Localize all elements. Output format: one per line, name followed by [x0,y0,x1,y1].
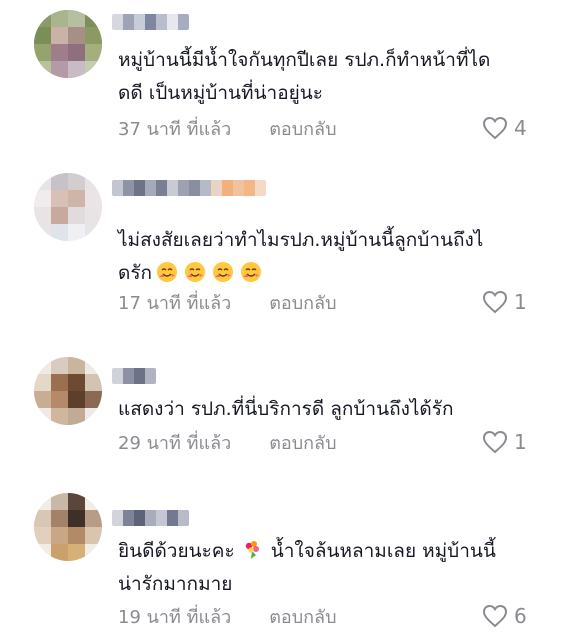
comment-text-line: น้ำใจล้นหลามเลย หมู่บ้านนี้ [264,540,496,562]
like-button[interactable]: 4 [482,115,527,141]
hugging-face-emoji [213,262,234,282]
like-count: 6 [514,604,527,628]
reply-button[interactable]: ตอบกลับ [269,602,336,631]
comment-text-line: น่ารักมากมาย [118,573,233,595]
username-pixelated[interactable] [112,368,156,384]
comment-time: 19 นาที ที่แล้ว [118,606,232,628]
comment-text-line: ยินดีด้วยนะคะ [118,540,235,562]
avatar[interactable] [34,493,102,561]
reply-button[interactable]: ตอบกลับ [269,428,336,457]
reply-button[interactable]: ตอบกลับ [269,114,336,143]
bouquet-emoji [245,541,259,559]
heart-outline-icon [482,430,508,454]
comment-text: แสดงว่า รปภ.ที่นี่บริการดี ลูกบ้านถึงได้… [118,398,454,420]
comment-meta: 29 นาที ที่แล้ว ตอบกลับ [118,430,337,454]
comment-text: ไม่สงสัยเลยว่าทำไมรปภ.หมู่บ้านนี้ลูกบ้าน… [118,224,538,290]
username-pixelated[interactable] [112,510,189,526]
like-button[interactable]: 6 [482,603,527,629]
heart-outline-icon [482,604,508,628]
avatar[interactable] [34,10,102,78]
hugging-face-emoji [185,262,206,282]
avatar[interactable] [34,173,102,241]
username-pixelated[interactable] [112,14,189,30]
avatar[interactable] [34,357,102,425]
like-button[interactable]: 1 [482,289,527,315]
heart-outline-icon [482,290,508,314]
like-button[interactable]: 1 [482,429,527,455]
comment-time: 37 นาที ที่แล้ว [118,118,232,140]
like-count: 1 [514,430,527,454]
username-pixelated[interactable] [112,180,266,196]
comment-time: 29 นาที ที่แล้ว [118,432,232,454]
comment-text-line: ดรัก [118,262,153,284]
comment-text-line: ไม่สงสัยเลยว่าทำไมรปภ.หมู่บ้านนี้ลูกบ้าน… [118,229,484,251]
heart-outline-icon [482,116,508,140]
comment-text: ยินดีด้วยนะคะ น้ำใจล้นหลามเลย หมู่บ้านนี… [118,535,538,601]
reply-button[interactable]: ตอบกลับ [269,288,336,317]
comment-meta: 37 นาที ที่แล้ว ตอบกลับ [118,116,337,140]
like-count: 1 [514,290,527,314]
comment-meta: 17 นาที ที่แล้ว ตอบกลับ [118,290,337,314]
hugging-face-emoji [241,262,262,282]
hugging-face-emoji [157,262,178,282]
comment-text: หมู่บ้านนี้มีน้ำใจกันทุกปีเลย รปภ.ก็ทำหน… [118,49,491,104]
comment-meta: 19 นาที ที่แล้ว ตอบกลับ [118,604,337,628]
like-count: 4 [514,116,527,140]
comment-time: 17 นาที ที่แล้ว [118,292,232,314]
